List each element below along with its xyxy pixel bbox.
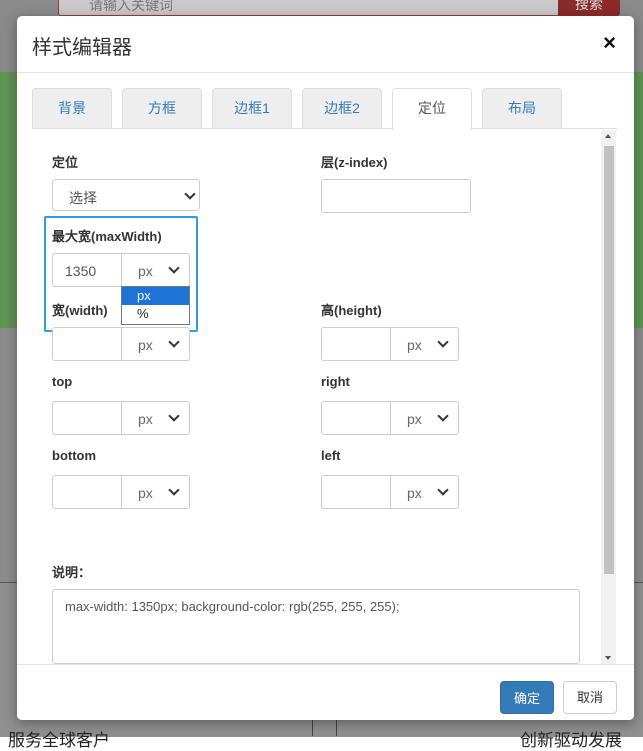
- unit-option-px[interactable]: px: [122, 287, 189, 305]
- unit-option-percent[interactable]: %: [122, 305, 189, 323]
- scroll-down-icon[interactable]: [605, 656, 611, 660]
- maxwidth-unit-value: px: [138, 263, 153, 279]
- position-select-value: 选择: [69, 190, 97, 206]
- style-editor-dialog: 样式编辑器 × 背景 方框 边框1 边框2 定位 布局 定位 选择 层(z-in…: [17, 16, 634, 720]
- right-label: right: [321, 374, 350, 389]
- width-unit-select[interactable]: px: [121, 327, 190, 361]
- description-textarea[interactable]: max-width: 1350px; background-color: rgb…: [52, 589, 580, 664]
- top-unit-select[interactable]: px: [121, 401, 190, 435]
- background-divider: [336, 718, 337, 736]
- chevron-down-icon: [437, 484, 449, 496]
- maxwidth-input[interactable]: 1350: [52, 253, 122, 287]
- maxwidth-value: 1350: [65, 263, 97, 279]
- chevron-down-icon: [437, 410, 449, 422]
- left-label: left: [321, 448, 341, 463]
- left-unit-select[interactable]: px: [390, 475, 459, 509]
- top-unit-value: px: [138, 411, 153, 427]
- cancel-button[interactable]: 取消: [563, 681, 617, 714]
- scroll-up-icon[interactable]: [605, 134, 611, 138]
- zindex-label: 层(z-index): [321, 155, 388, 170]
- position-label: 定位: [52, 155, 79, 170]
- background-footer-text-left: 服务全球客户: [8, 731, 110, 750]
- height-unit-value: px: [407, 337, 422, 353]
- tab-box[interactable]: 方框: [122, 88, 202, 128]
- width-unit-value: px: [138, 337, 153, 353]
- ok-button[interactable]: 确定: [500, 681, 554, 714]
- background-divider: [312, 718, 313, 736]
- background-search-button-label: 搜索: [575, 0, 603, 12]
- bottom-input[interactable]: [52, 475, 122, 509]
- dialog-title: 样式编辑器: [32, 35, 132, 59]
- chevron-down-icon: [168, 410, 180, 422]
- height-unit-select[interactable]: px: [390, 327, 459, 361]
- tab-background[interactable]: 背景: [32, 88, 112, 128]
- dialog-footer: 确定 取消: [17, 664, 634, 720]
- dialog-header: 样式编辑器 ×: [17, 16, 634, 73]
- height-label: 高(height): [321, 303, 382, 318]
- bottom-unit-select[interactable]: px: [121, 475, 190, 509]
- zindex-input[interactable]: [321, 179, 471, 213]
- chevron-down-icon: [437, 336, 449, 348]
- tab-border2[interactable]: 边框2: [302, 88, 382, 128]
- bottom-unit-value: px: [138, 485, 153, 501]
- left-input[interactable]: [321, 475, 391, 509]
- tab-layout[interactable]: 布局: [482, 88, 562, 128]
- chevron-down-icon: [184, 188, 196, 200]
- height-input[interactable]: [321, 327, 391, 361]
- bottom-label: bottom: [52, 448, 97, 463]
- left-unit-value: px: [407, 485, 422, 501]
- tab-border1[interactable]: 边框1: [212, 88, 292, 128]
- width-label: 宽(width): [52, 303, 108, 318]
- content-scrollbar[interactable]: [601, 130, 616, 664]
- background-search-placeholder: 请输入关键词: [89, 0, 173, 13]
- chevron-down-icon: [168, 262, 180, 274]
- maxwidth-label: 最大宽(maxWidth): [52, 229, 162, 244]
- position-select[interactable]: 选择: [52, 179, 200, 211]
- maxwidth-unit-select[interactable]: px: [121, 253, 190, 287]
- chevron-down-icon: [168, 484, 180, 496]
- close-icon[interactable]: ×: [603, 32, 616, 54]
- tab-position[interactable]: 定位: [392, 88, 472, 130]
- unit-dropdown-list: px %: [121, 286, 190, 325]
- background-footer-text-right: 创新驱动发展: [520, 731, 622, 750]
- chevron-down-icon: [168, 336, 180, 348]
- width-input[interactable]: [52, 327, 122, 361]
- right-unit-select[interactable]: px: [390, 401, 459, 435]
- top-input[interactable]: [52, 401, 122, 435]
- right-unit-value: px: [407, 411, 422, 427]
- background-search-input: 请输入关键词: [58, 0, 560, 16]
- scrollbar-thumb[interactable]: [604, 146, 614, 574]
- top-label: top: [52, 374, 73, 389]
- right-input[interactable]: [321, 401, 391, 435]
- tab-bar: 背景 方框 边框1 边框2 定位 布局: [32, 88, 617, 130]
- description-value: max-width: 1350px; background-color: rgb…: [65, 599, 400, 614]
- description-label: 说明：: [52, 565, 92, 580]
- background-search-button: 搜索: [558, 0, 620, 16]
